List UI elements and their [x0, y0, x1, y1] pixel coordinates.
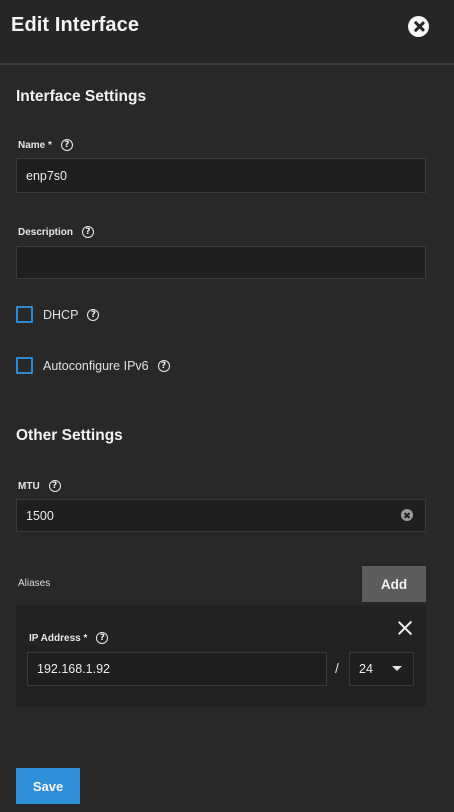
help-icon[interactable]: ? [157, 359, 170, 372]
close-icon[interactable] [408, 16, 429, 37]
name-input-value: enp7s0 [26, 168, 68, 183]
mtu-input[interactable]: 1500 [16, 499, 426, 532]
autoconfigure-ipv6-label: Autoconfigure IPv6 [43, 358, 149, 373]
ip-address-value: 192.168.1.92 [37, 662, 110, 676]
other-settings-title: Other Settings [16, 427, 123, 444]
mtu-label-row: MTU ? [18, 480, 61, 492]
dhcp-checkbox-row[interactable]: DHCP ? [16, 306, 100, 323]
clear-icon[interactable] [401, 509, 413, 521]
autoconfigure-ipv6-checkbox-row[interactable]: Autoconfigure IPv6 ? [16, 357, 170, 374]
ip-address-input[interactable]: 192.168.1.92 [27, 652, 327, 686]
ip-address-label: IP Address * [29, 632, 88, 644]
description-label-row: Description ? [18, 226, 95, 238]
autoconfigure-ipv6-checkbox[interactable] [16, 357, 33, 374]
interface-settings-title: Interface Settings [16, 88, 147, 105]
remove-alias-icon[interactable] [396, 619, 414, 637]
help-icon[interactable]: ? [60, 139, 73, 151]
panel-header: Edit Interface [0, 0, 454, 65]
dhcp-label: DHCP [43, 307, 79, 322]
help-icon[interactable]: ? [87, 308, 100, 321]
name-label-row: Name * ? [18, 139, 73, 151]
description-label: Description [18, 226, 74, 238]
description-input[interactable] [16, 246, 426, 279]
name-label: Name * [18, 139, 52, 151]
help-icon[interactable]: ? [82, 226, 95, 238]
netmask-select[interactable]: 24 [349, 652, 414, 686]
ip-address-label-row: IP Address * ? [29, 632, 109, 644]
help-icon[interactable]: ? [48, 480, 61, 492]
aliases-label: Aliases [18, 578, 51, 589]
mtu-input-value: 1500 [26, 508, 54, 523]
dhcp-checkbox[interactable] [16, 306, 33, 323]
help-icon[interactable]: ? [96, 632, 109, 644]
mtu-label: MTU [18, 480, 40, 492]
edit-interface-panel: Edit Interface Interface Settings Name *… [0, 0, 454, 812]
save-button[interactable]: Save [16, 768, 80, 804]
netmask-value: 24 [359, 662, 373, 676]
name-input[interactable]: enp7s0 [16, 158, 426, 193]
panel-title: Edit Interface [11, 14, 140, 36]
add-alias-button[interactable]: Add [362, 566, 426, 602]
caret-down-icon [392, 666, 402, 671]
netmask-separator: / [335, 660, 339, 676]
